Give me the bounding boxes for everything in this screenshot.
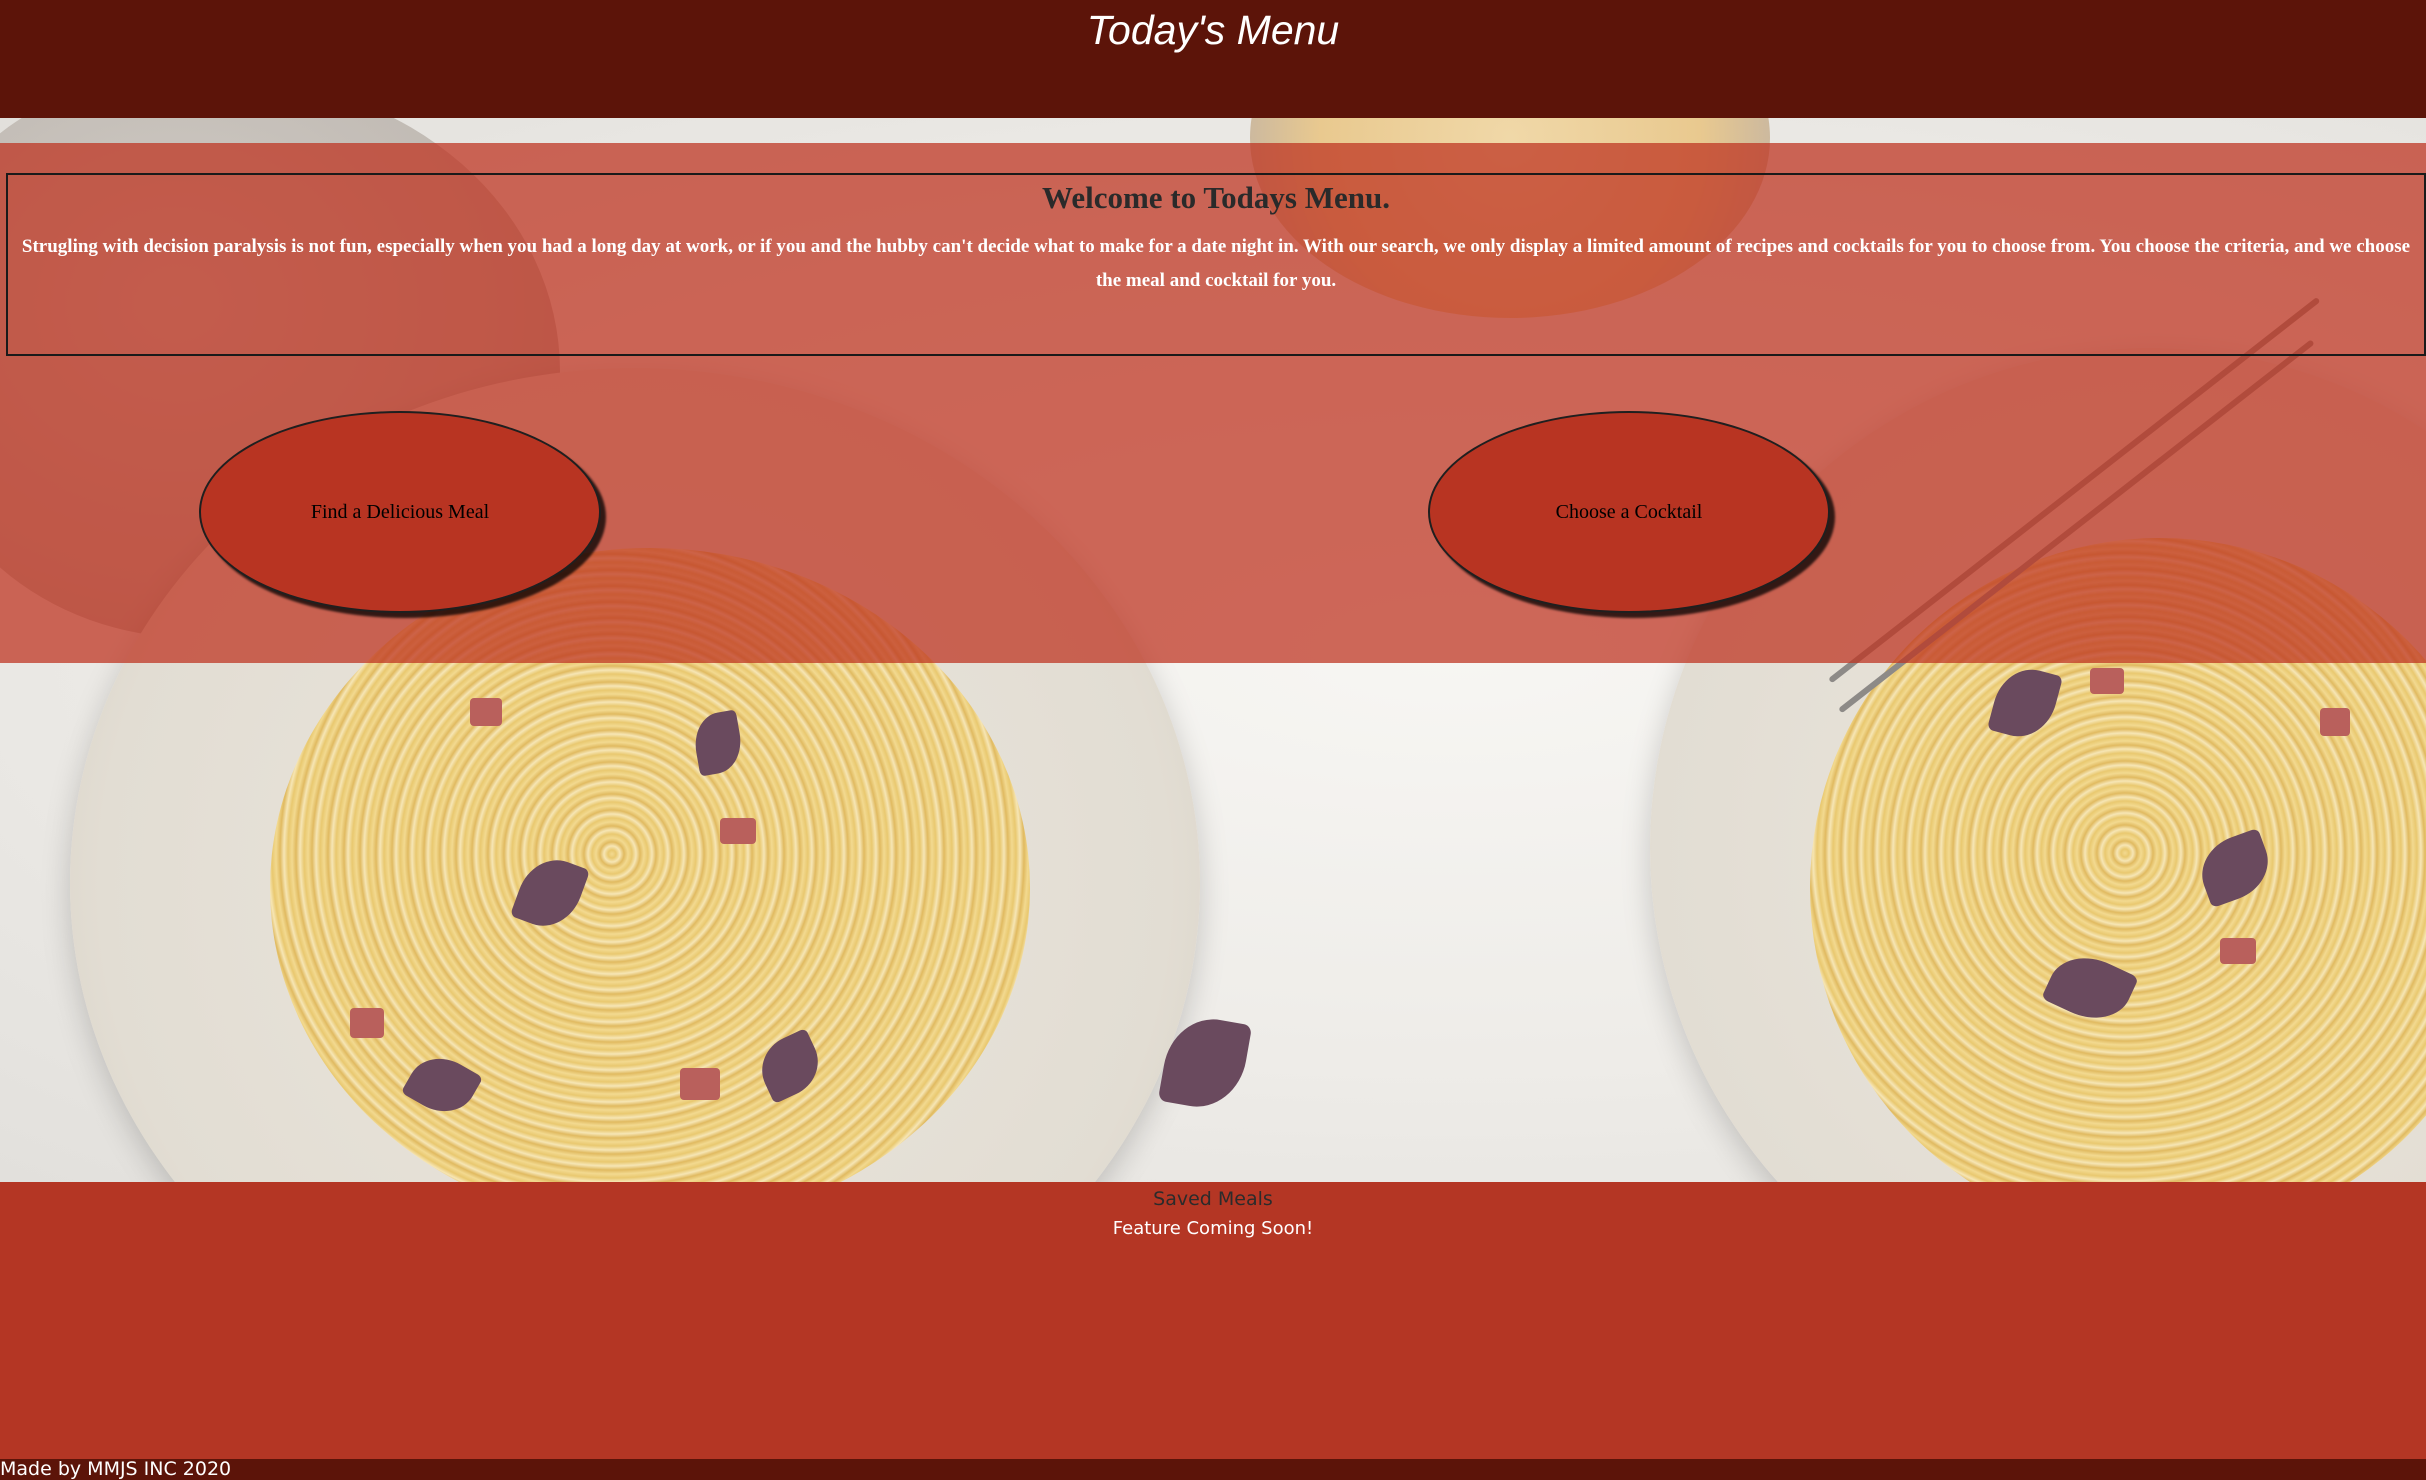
page-title: Today's Menu bbox=[1086, 7, 1340, 53]
welcome-panel: Welcome to Todays Menu. Strugling with d… bbox=[6, 173, 2426, 356]
footer-credit: Made by MMJS INC 2020 bbox=[0, 1458, 232, 1480]
find-meal-button[interactable]: Find a Delicious Meal bbox=[199, 411, 601, 613]
saved-meals-section: Saved Meals Feature Coming Soon! bbox=[0, 1182, 2426, 1459]
saved-meals-note: Feature Coming Soon! bbox=[1112, 1218, 1314, 1239]
welcome-description: Strugling with decision paralysis is not… bbox=[21, 236, 2411, 291]
site-header: Today's Menu bbox=[0, 0, 2426, 118]
choose-cocktail-button[interactable]: Choose a Cocktail bbox=[1428, 411, 1830, 613]
site-footer: Made by MMJS INC 2020 bbox=[0, 1459, 2426, 1480]
saved-meals-heading: Saved Meals bbox=[1153, 1188, 1273, 1210]
welcome-heading: Welcome to Todays Menu. bbox=[1042, 180, 1390, 215]
